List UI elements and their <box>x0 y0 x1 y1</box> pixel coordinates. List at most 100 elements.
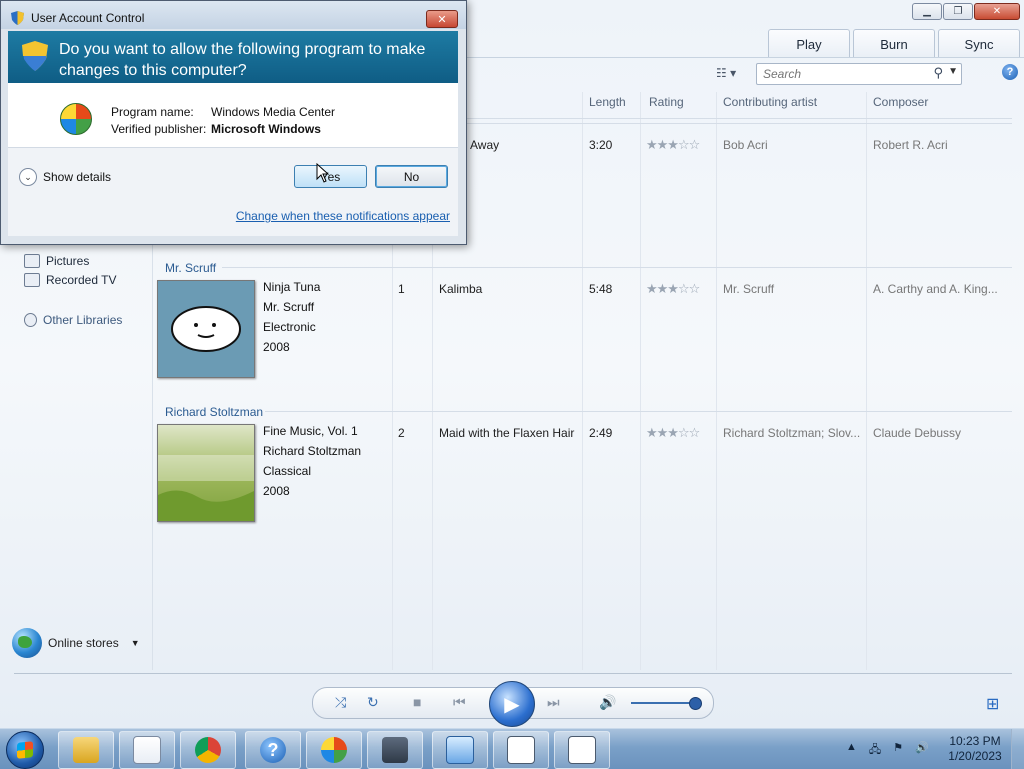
recorded-tv-icon <box>24 273 40 287</box>
track-title[interactable]: Maid with the Flaxen Hair <box>439 426 574 440</box>
taskbar-media-player[interactable] <box>119 731 175 769</box>
action-center-icon[interactable]: ⚑ <box>893 741 903 760</box>
play-button[interactable]: ▶ <box>489 681 535 727</box>
close-button[interactable]: ✕ <box>974 3 1020 20</box>
stop-icon[interactable]: ■ <box>413 694 421 710</box>
next-icon[interactable]: ⏭ <box>547 694 560 711</box>
taskbar-help[interactable]: ? <box>245 731 301 769</box>
uac-dialog: User Account Control ✕ Do you want to al… <box>0 0 467 245</box>
taskbar-clock[interactable]: 10:23 PM 1/20/2023 <box>940 734 1010 764</box>
album-artist-group[interactable]: Mr. Scruff <box>165 261 216 275</box>
volume-icon[interactable]: 🔊 <box>599 694 616 711</box>
chess-icon <box>382 737 408 763</box>
uac-question: Do you want to allow the following progr… <box>59 41 426 79</box>
windows-media-center-icon <box>60 103 92 135</box>
uac-header: Do you want to allow the following progr… <box>8 31 458 83</box>
clock-date: 1/20/2023 <box>948 749 1002 763</box>
minimize-button[interactable]: ▁ <box>912 3 942 20</box>
view-options-icon[interactable]: ☷ ▾ <box>716 66 736 80</box>
maximize-button[interactable]: ❐ <box>943 3 973 20</box>
help-icon[interactable]: ? <box>1002 64 1018 80</box>
column-header-contributing-artist[interactable]: Contributing artist <box>723 95 817 109</box>
program-name-row: Program name: Windows Media Center <box>111 105 335 119</box>
search-icon[interactable]: ⚲ <box>933 65 943 81</box>
publisher-label: Verified publisher: <box>111 122 207 136</box>
taskbar-media-center[interactable] <box>306 731 362 769</box>
album-info: Ninja Tuna Mr. Scruff Electronic 2008 <box>263 277 320 357</box>
folder-icon <box>73 737 99 763</box>
nav-item-pictures[interactable]: Pictures <box>24 254 89 268</box>
taskbar-document-2[interactable] <box>554 731 610 769</box>
track-contributing-artist: Bob Acri <box>723 138 768 152</box>
rating-stars[interactable]: ★★★☆☆ <box>646 425 700 441</box>
search-box[interactable]: ⚲ ▼ <box>756 63 962 85</box>
album-art-ninja-tuna[interactable] <box>157 280 255 378</box>
group-divider <box>265 411 1012 412</box>
track-contributing-artist: Richard Stoltzman; Slov... <box>723 426 861 440</box>
program-name-value: Windows Media Center <box>211 105 336 119</box>
uac-large-shield-icon <box>22 41 48 71</box>
search-input[interactable] <box>761 64 925 84</box>
volume-slider-knob[interactable] <box>689 697 702 710</box>
network-icon[interactable]: 🖧 <box>869 741 881 760</box>
track-title[interactable]: Kalimba <box>439 282 482 296</box>
rating-stars[interactable]: ★★★☆☆ <box>646 281 700 297</box>
taskbar-document-1[interactable] <box>493 731 549 769</box>
tab-sync[interactable]: Sync <box>938 29 1020 58</box>
taskbar-explorer[interactable] <box>58 731 114 769</box>
show-details-toggle[interactable]: ⌄ Show details <box>19 168 111 186</box>
nav-item-other-libraries[interactable]: Other Libraries <box>24 313 122 327</box>
tab-burn[interactable]: Burn <box>853 29 935 58</box>
start-button[interactable] <box>6 731 44 769</box>
show-desktop-button[interactable] <box>1011 729 1024 769</box>
column-header-composer[interactable]: Composer <box>873 95 928 109</box>
column-header-length[interactable]: Length <box>589 95 626 109</box>
uac-close-button[interactable]: ✕ <box>426 10 458 28</box>
nav-item-label: Pictures <box>46 254 90 268</box>
shuffle-icon[interactable]: ⤮ <box>335 694 346 711</box>
library-toolbar: ☷ ▾ ⚲ ▼ ? <box>466 62 1024 86</box>
track-number: 1 <box>398 282 405 296</box>
album-genre: Classical <box>263 464 312 478</box>
track-length: 5:48 <box>589 282 613 296</box>
track-composer: Robert R. Acri <box>873 138 948 152</box>
chevron-down-icon: ▼ <box>130 638 140 648</box>
column-header-rating[interactable]: Rating <box>649 95 684 109</box>
no-button[interactable]: No <box>375 165 448 188</box>
rating-stars[interactable]: ★★★☆☆ <box>646 137 700 153</box>
tab-play[interactable]: Play <box>768 29 850 58</box>
volume-slider[interactable] <box>631 702 695 704</box>
publisher-value: Microsoft Windows <box>211 122 321 136</box>
album-artist-group[interactable]: Richard Stoltzman <box>165 405 263 419</box>
volume-icon[interactable]: 🔊 <box>915 741 929 760</box>
system-tray: ▲ 🖧 ⚑ 🔊 <box>846 741 929 760</box>
show-hidden-icons-icon[interactable]: ▲ <box>846 741 857 760</box>
track-composer: A. Carthy and A. King... <box>873 282 998 296</box>
album-title: Ninja Tuna <box>263 280 321 294</box>
track-length: 3:20 <box>589 138 613 152</box>
album-info: Fine Music, Vol. 1 Richard Stoltzman Cla… <box>263 421 361 501</box>
mouse-cursor-icon <box>316 163 330 183</box>
search-dropdown-icon[interactable]: ▼ <box>948 66 958 77</box>
previous-icon[interactable]: ⏮ <box>453 694 466 711</box>
online-stores-button[interactable]: Online stores ▼ <box>12 628 140 658</box>
switch-to-now-playing-icon[interactable]: ⊞ <box>986 694 999 714</box>
change-notifications-link[interactable]: Change when these notifications appear <box>236 209 450 223</box>
taskbar-chrome[interactable] <box>180 731 236 769</box>
other-libraries-icon <box>24 313 37 327</box>
uac-program-info: Program name: Windows Media Center Verif… <box>8 83 458 147</box>
nav-item-recorded-tv[interactable]: Recorded TV <box>24 273 116 287</box>
track-title[interactable]: Away <box>470 138 499 152</box>
uac-title: User Account Control <box>31 11 145 25</box>
seek-bar[interactable] <box>14 673 1012 674</box>
taskbar-app[interactable] <box>432 731 488 769</box>
globe-icon <box>12 628 42 658</box>
uac-title-bar: User Account Control ✕ <box>1 1 466 29</box>
album-artist: Richard Stoltzman <box>263 444 362 458</box>
repeat-icon[interactable]: ↻ <box>367 694 379 711</box>
help-and-support-icon: ? <box>260 737 286 763</box>
yes-button[interactable]: Yes <box>294 165 367 188</box>
album-art-fine-music[interactable] <box>157 424 255 522</box>
online-stores-label: Online stores <box>48 636 119 650</box>
taskbar-chess[interactable] <box>367 731 423 769</box>
